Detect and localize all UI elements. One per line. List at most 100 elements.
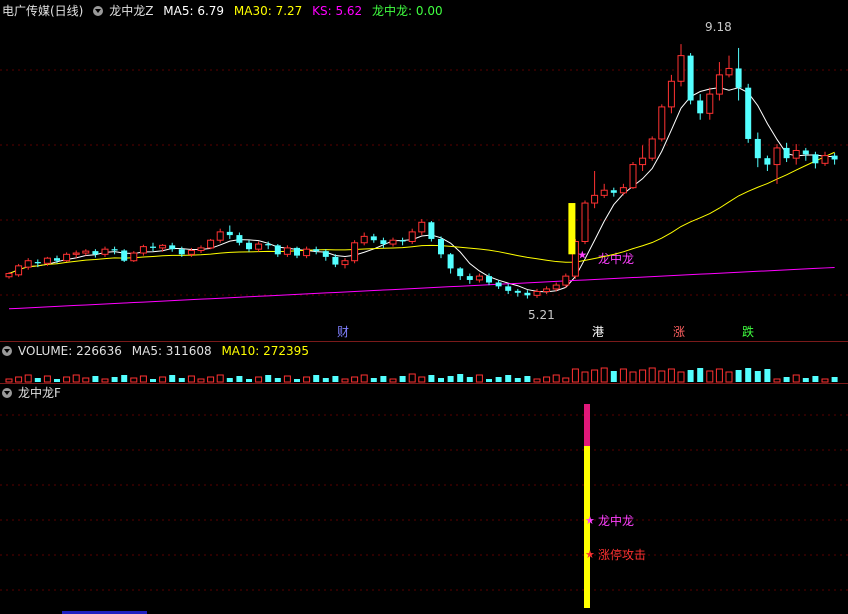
candle-up bbox=[639, 157, 647, 166]
volume-bar-down bbox=[457, 374, 464, 382]
volume-bar-down bbox=[514, 378, 521, 382]
volume-bar-up bbox=[408, 373, 416, 383]
candle-down bbox=[802, 150, 809, 155]
volume-bar-down bbox=[783, 377, 790, 382]
volume-bar-down bbox=[380, 376, 387, 382]
candle-down bbox=[524, 292, 531, 296]
candle-up bbox=[15, 265, 23, 276]
indicator-bar-top bbox=[584, 404, 590, 446]
volume-bar-down bbox=[54, 379, 60, 382]
candle-up bbox=[533, 290, 541, 296]
candle-down bbox=[764, 158, 771, 165]
candle-down bbox=[735, 68, 742, 88]
candle-up bbox=[677, 55, 685, 82]
volume-bar-down bbox=[34, 378, 41, 382]
volume-bar-down bbox=[236, 376, 243, 382]
candle-down bbox=[380, 240, 387, 245]
candle-up bbox=[207, 239, 215, 249]
candle-down bbox=[34, 262, 41, 264]
candle-up bbox=[5, 273, 13, 278]
signal-star: ★ bbox=[577, 248, 587, 261]
kline-chart[interactable]: ★ ★ ★ bbox=[0, 0, 848, 614]
volume-bar-down bbox=[150, 379, 156, 382]
volume-bar-up bbox=[475, 374, 483, 383]
candle-down bbox=[505, 286, 512, 291]
volume-bar-down bbox=[370, 378, 377, 382]
volume-bar-down bbox=[111, 377, 118, 382]
volume-bar-down bbox=[169, 375, 176, 382]
volume-bar-up bbox=[600, 367, 608, 383]
candle-up bbox=[197, 247, 205, 251]
volume-bar-up bbox=[667, 368, 675, 383]
volume-bar-up bbox=[571, 368, 579, 383]
candle-up bbox=[408, 231, 416, 243]
candle-up bbox=[725, 67, 733, 76]
candle-up bbox=[139, 246, 147, 254]
candle-up bbox=[216, 231, 224, 241]
volume-bar-down bbox=[438, 378, 444, 382]
volume-bar-up bbox=[543, 376, 551, 383]
volume-bar-down bbox=[332, 376, 339, 382]
candle-down bbox=[831, 155, 838, 160]
candle-down bbox=[92, 251, 99, 255]
volume-bar-down bbox=[524, 376, 531, 382]
candle-down bbox=[745, 87, 752, 139]
candle-down bbox=[399, 240, 406, 242]
candle-up bbox=[648, 138, 656, 159]
volume-bar-up bbox=[629, 371, 637, 383]
candle-down bbox=[428, 222, 435, 239]
volume-bar-down bbox=[313, 375, 320, 382]
volume-bar-up bbox=[677, 371, 685, 383]
volume-bar-up bbox=[101, 378, 109, 383]
volume-bar-down bbox=[610, 371, 617, 382]
volume-bar-down bbox=[178, 378, 185, 382]
candle-down bbox=[514, 290, 521, 293]
candle-down bbox=[294, 247, 300, 256]
volume-bar-down bbox=[764, 369, 771, 382]
volume-bar-up bbox=[15, 376, 23, 383]
candle-up bbox=[475, 275, 483, 281]
candle-down bbox=[246, 242, 252, 250]
volume-bar-up bbox=[648, 367, 656, 383]
candle-down bbox=[313, 249, 320, 252]
volume-bar-up bbox=[658, 370, 666, 383]
candle-up bbox=[43, 257, 51, 264]
volume-bar-up bbox=[63, 376, 71, 383]
volume-bar-down bbox=[246, 379, 252, 382]
volume-bar-down bbox=[226, 378, 233, 382]
ks-line bbox=[8, 266, 835, 310]
volume-bar-up bbox=[197, 378, 205, 383]
candle-up bbox=[283, 247, 291, 255]
volume-bar-down bbox=[802, 378, 809, 382]
candle-down bbox=[322, 251, 329, 257]
volume-bar-down bbox=[745, 368, 752, 382]
candle-down bbox=[226, 231, 233, 236]
volume-bar-down bbox=[505, 375, 512, 382]
volume-bar-up bbox=[639, 369, 647, 383]
volume-bar-up bbox=[159, 376, 167, 383]
volume-bar-up bbox=[389, 378, 397, 383]
indicator-bar bbox=[584, 446, 590, 608]
volume-bar-up bbox=[24, 374, 32, 383]
ma5-line bbox=[8, 87, 835, 293]
candle-up bbox=[360, 235, 368, 244]
volume-bar-up bbox=[351, 376, 359, 383]
candle-down bbox=[783, 147, 790, 159]
candle-up bbox=[389, 239, 397, 245]
volume-bar-up bbox=[139, 375, 147, 383]
candle-down bbox=[754, 138, 761, 159]
volume-bar-up bbox=[82, 377, 90, 383]
candle-up bbox=[187, 249, 195, 255]
volume-bar-down bbox=[274, 378, 281, 382]
candle-down bbox=[687, 55, 694, 101]
candle-down bbox=[495, 282, 502, 287]
candle-up bbox=[101, 248, 109, 255]
candle-down bbox=[486, 276, 492, 283]
volume-bar-down bbox=[735, 370, 742, 382]
candle-up bbox=[581, 202, 589, 242]
candle-up bbox=[619, 187, 627, 194]
candle-up bbox=[773, 147, 781, 166]
volume-bar-up bbox=[715, 368, 723, 383]
volume-bar-up bbox=[360, 374, 368, 383]
candle-up bbox=[24, 260, 32, 268]
